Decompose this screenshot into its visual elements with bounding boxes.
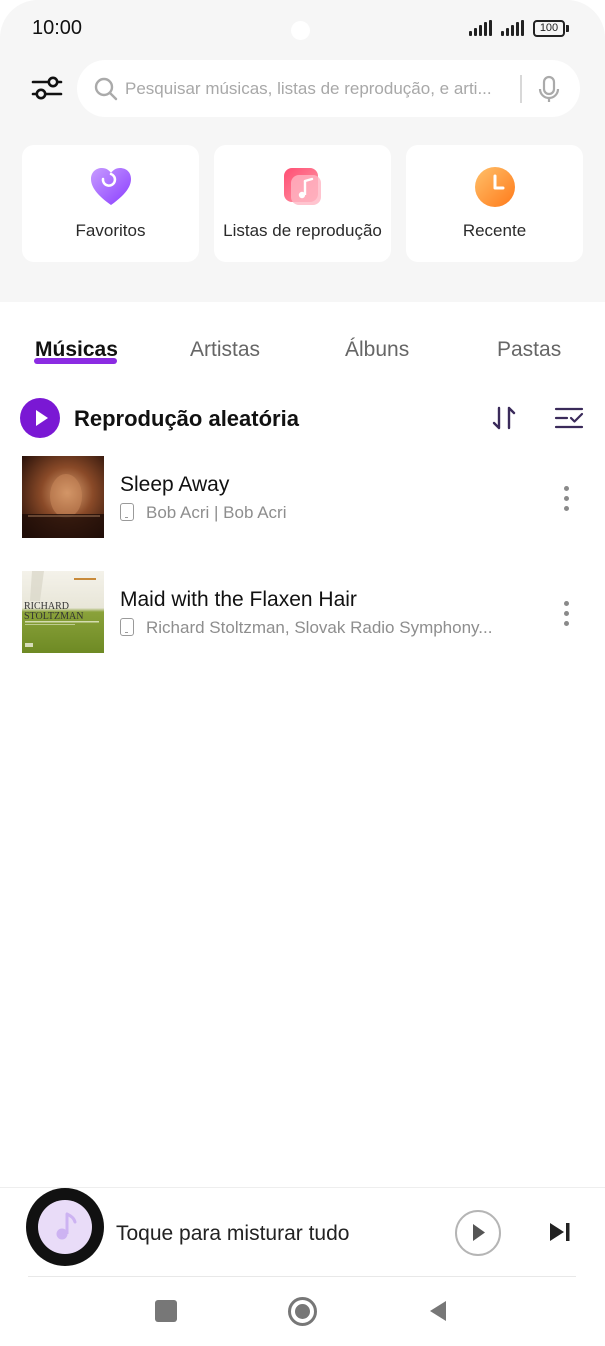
mini-player-divider	[28, 1276, 576, 1277]
play-icon	[36, 410, 48, 426]
skip-next-icon[interactable]	[548, 1221, 572, 1243]
sort-icon[interactable]	[490, 404, 518, 432]
more-options-button[interactable]	[556, 484, 576, 512]
home-button[interactable]	[288, 1297, 317, 1326]
search-icon	[94, 77, 118, 101]
shuffle-row: Reprodução aleatória	[0, 396, 605, 442]
status-bar: 10:00 100	[0, 0, 605, 56]
tab-albums[interactable]: Álbuns	[345, 338, 409, 362]
category-tabs: Músicas Artistas Álbuns Pastas	[0, 330, 605, 374]
sleep-away-cover	[22, 456, 104, 538]
song-artist: Bob Acri | Bob Acri	[146, 503, 287, 522]
signal-icon	[469, 20, 495, 36]
recent-card[interactable]: Recente	[406, 145, 583, 262]
phone-storage-icon	[120, 618, 134, 636]
tab-artists[interactable]: Artistas	[190, 338, 260, 362]
favorites-label: Favoritos	[75, 221, 146, 240]
search-bar[interactable]	[77, 60, 580, 117]
more-options-button[interactable]	[556, 599, 576, 627]
mini-play-button[interactable]	[455, 1210, 501, 1256]
disc-center	[38, 1200, 92, 1254]
playlists-label: Listas de reprodução	[223, 221, 382, 240]
heart-icon	[91, 168, 131, 205]
phone-storage-icon	[120, 503, 134, 521]
multi-select-icon[interactable]	[554, 404, 584, 432]
favorites-card[interactable]: Favoritos	[22, 145, 199, 262]
search-divider	[520, 75, 522, 103]
maid-flaxen-hair-cover: RICHARD STOLTZMAN	[22, 571, 104, 653]
search-input[interactable]	[125, 60, 517, 117]
filter-settings-button[interactable]	[29, 70, 65, 106]
play-icon	[473, 1224, 485, 1241]
signal-icon	[501, 20, 527, 36]
back-icon[interactable]	[428, 1299, 448, 1323]
system-nav-bar	[0, 1280, 605, 1346]
recent-label: Recente	[462, 221, 527, 240]
now-playing-disc	[26, 1188, 104, 1266]
playlists-card[interactable]: Listas de reprodução	[214, 145, 391, 262]
recent-apps-button[interactable]	[155, 1300, 177, 1322]
battery-tip	[566, 25, 569, 32]
battery-icon: 100	[533, 20, 565, 37]
song-title: Maid with the Flaxen Hair	[120, 588, 357, 611]
shuffle-label[interactable]: Reprodução aleatória	[74, 406, 299, 432]
mini-player-label: Toque para misturar tudo	[116, 1222, 350, 1245]
song-item[interactable]: Sleep Away Bob Acri | Bob Acri	[0, 456, 605, 540]
front-camera	[291, 21, 310, 40]
mini-player[interactable]: Toque para misturar tudo	[0, 1187, 605, 1277]
microphone-icon[interactable]	[534, 74, 564, 104]
tab-folders[interactable]: Pastas	[497, 338, 561, 362]
svg-text:STOLTZMAN: STOLTZMAN	[24, 611, 83, 622]
song-title: Sleep Away	[120, 473, 230, 496]
clock-icon	[475, 167, 515, 207]
shuffle-play-button[interactable]	[20, 398, 60, 438]
song-artist: Richard Stoltzman, Slovak Radio Symphony…	[146, 618, 493, 637]
active-tab-indicator	[34, 358, 117, 364]
sliders-icon	[31, 76, 63, 100]
status-time: 10:00	[32, 17, 83, 39]
playlist-icon	[284, 168, 321, 205]
song-item[interactable]: RICHARD STOLTZMAN Maid with the Flaxen H…	[0, 571, 605, 655]
music-note-icon	[56, 1212, 77, 1240]
